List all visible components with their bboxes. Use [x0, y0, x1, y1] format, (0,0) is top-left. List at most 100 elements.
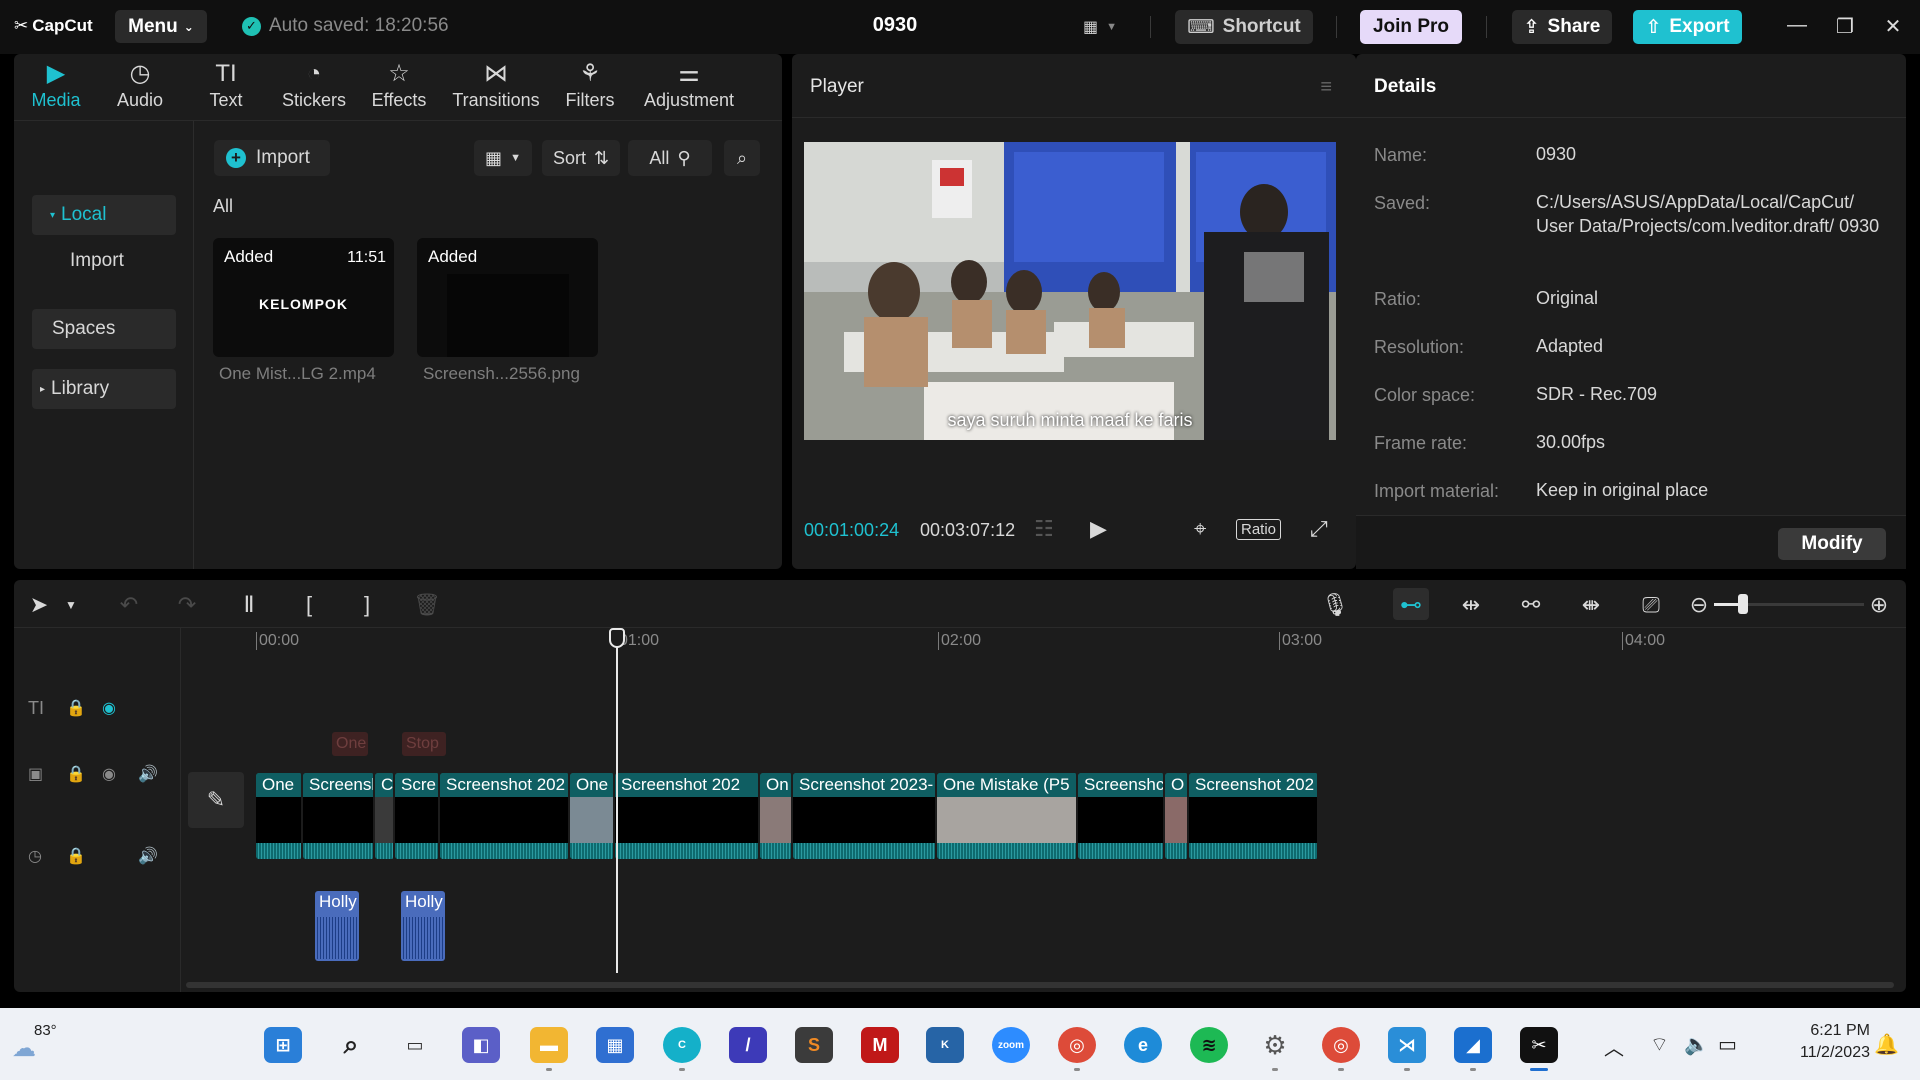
- sidebar-item-local[interactable]: ▾ Local: [32, 195, 176, 235]
- video-clip[interactable]: Screenshot 2023-: [793, 773, 937, 859]
- volume-icon[interactable]: 🔈: [1684, 1032, 1709, 1057]
- auto-snap-icon[interactable]: ⇹: [1456, 592, 1486, 618]
- split-left-icon[interactable]: [: [294, 592, 324, 618]
- volume-icon[interactable]: 🔊: [138, 764, 158, 784]
- eye-icon[interactable]: ◉: [102, 698, 116, 718]
- tab-text[interactable]: TI Text: [198, 60, 254, 120]
- video-clip[interactable]: Screenshc: [1078, 773, 1165, 859]
- video-clip[interactable]: Screenshot 202: [440, 773, 570, 859]
- screenshot-icon[interactable]: ⌖: [1194, 516, 1206, 542]
- media-item[interactable]: Added: [417, 238, 598, 357]
- spotify-icon[interactable]: ≋: [1190, 1027, 1228, 1063]
- main-track-magnet-icon[interactable]: ⊷: [1396, 592, 1426, 618]
- mcafee-icon[interactable]: M: [861, 1027, 899, 1063]
- video-clip[interactable]: Screenshot 202: [615, 773, 760, 859]
- edit-cover-button[interactable]: ✎: [188, 772, 244, 828]
- store-icon[interactable]: ▦: [596, 1027, 634, 1063]
- video-clip[interactable]: One: [256, 773, 303, 859]
- chevron-up-icon[interactable]: ︿: [1604, 1032, 1624, 1061]
- audio-clip[interactable]: Holly: [315, 891, 359, 961]
- audio-clip[interactable]: Holly: [401, 891, 445, 961]
- sidebar-item-spaces[interactable]: Spaces: [32, 309, 176, 349]
- zoom-out-icon[interactable]: ⊖: [1684, 592, 1714, 618]
- tab-adjustment[interactable]: ⚌ Adjustment: [634, 60, 744, 120]
- share-button[interactable]: ⇪ Share: [1512, 10, 1612, 44]
- menu-icon[interactable]: ≡: [1320, 76, 1332, 99]
- start-icon[interactable]: ⊞: [264, 1027, 302, 1063]
- menu-button[interactable]: Menu ⌄: [115, 10, 207, 43]
- weather-widget[interactable]: ☁ 83°: [12, 1020, 72, 1062]
- timeline-scrollbar[interactable]: [186, 982, 1894, 988]
- app-icon[interactable]: ◢: [1454, 1027, 1492, 1063]
- video-clip[interactable]: Screenshot 202: [1189, 773, 1319, 859]
- modify-button[interactable]: Modify: [1778, 528, 1886, 560]
- video-clip[interactable]: Screensl: [303, 773, 375, 859]
- microphone-icon[interactable]: 🎙: [1320, 592, 1350, 618]
- playhead[interactable]: [616, 635, 618, 973]
- chrome-profile-icon[interactable]: ◎: [1322, 1027, 1360, 1063]
- redo-icon[interactable]: ↷: [172, 592, 202, 618]
- lock-icon[interactable]: 🔒: [66, 698, 86, 718]
- zoom-slider-knob[interactable]: [1738, 594, 1748, 614]
- undo-icon[interactable]: ↶: [114, 592, 144, 618]
- chat-icon[interactable]: ◧: [462, 1027, 500, 1063]
- kali-icon[interactable]: K: [926, 1027, 964, 1063]
- preview-axis-icon[interactable]: ⎚: [1636, 592, 1666, 618]
- select-tool-icon[interactable]: ➤: [24, 592, 54, 618]
- join-pro-button[interactable]: Join Pro: [1360, 10, 1462, 44]
- delete-icon[interactable]: 🗑: [412, 592, 442, 618]
- canva-icon[interactable]: C: [663, 1027, 701, 1063]
- search-button[interactable]: ⌕: [724, 140, 760, 176]
- notification-bell-icon[interactable]: 🔔: [1874, 1032, 1899, 1057]
- play-icon[interactable]: ▶: [1090, 516, 1107, 542]
- video-clip[interactable]: One: [570, 773, 615, 859]
- wifi-icon[interactable]: ⌔: [1650, 1032, 1669, 1057]
- sublime-icon[interactable]: S: [795, 1027, 833, 1063]
- import-button[interactable]: + Import: [214, 140, 330, 176]
- ratio-button[interactable]: Ratio: [1236, 519, 1282, 540]
- sort-button[interactable]: Sort ⇅: [542, 140, 620, 176]
- view-toggle-button[interactable]: ▦ ▼: [474, 140, 532, 176]
- tab-filters[interactable]: ⚘ Filters: [558, 60, 622, 120]
- shortcut-button[interactable]: ⌨ Shortcut: [1175, 10, 1313, 44]
- close-icon[interactable]: ✕: [1878, 14, 1908, 40]
- zoom-icon[interactable]: zoom: [992, 1027, 1030, 1063]
- filter-button[interactable]: All ⚲: [628, 140, 712, 176]
- video-clip[interactable]: On: [760, 773, 793, 859]
- tab-effects[interactable]: ☆ Effects: [364, 60, 434, 120]
- media-item[interactable]: Added 11:51 KELOMPOK: [213, 238, 394, 357]
- chevron-down-icon[interactable]: ▼: [56, 598, 86, 612]
- volume-icon[interactable]: 🔊: [138, 846, 158, 866]
- tab-audio[interactable]: ◷ Audio: [112, 60, 168, 120]
- tab-stickers[interactable]: ◔ Stickers: [276, 60, 352, 120]
- video-clip[interactable]: Scre: [395, 773, 440, 859]
- battery-icon[interactable]: ▭: [1718, 1032, 1737, 1057]
- sidebar-item-library[interactable]: ▸ Library: [32, 369, 176, 409]
- search-icon[interactable]: ⌕: [332, 1027, 370, 1063]
- text-clip[interactable]: One: [332, 732, 368, 756]
- text-clip[interactable]: Stop: [402, 732, 446, 756]
- clock[interactable]: 6:21 PM 11/2/2023: [1760, 1020, 1870, 1064]
- app-icon[interactable]: /: [729, 1027, 767, 1063]
- fullscreen-icon[interactable]: ⤢: [1310, 516, 1328, 542]
- video-clip[interactable]: One Mistake (P5: [937, 773, 1078, 859]
- playhead-handle[interactable]: [609, 628, 625, 648]
- minimize-icon[interactable]: —: [1782, 14, 1812, 40]
- task-view-icon[interactable]: ▭: [396, 1027, 434, 1063]
- vscode-icon[interactable]: ⋊: [1388, 1027, 1426, 1063]
- link-icon[interactable]: ⚯: [1516, 592, 1546, 618]
- settings-icon[interactable]: ⚙: [1256, 1027, 1294, 1063]
- chapters-icon[interactable]: ☷: [1034, 516, 1054, 542]
- edge-icon[interactable]: e: [1124, 1027, 1162, 1063]
- split-right-icon[interactable]: ]: [352, 592, 382, 618]
- tab-media[interactable]: ▶ Media: [28, 60, 84, 120]
- tab-transitions[interactable]: ⋈ Transitions: [446, 60, 546, 120]
- export-button[interactable]: ⇧ Export: [1633, 10, 1742, 44]
- split-view-icon[interactable]: ⇼: [1576, 592, 1606, 618]
- video-clip[interactable]: O: [1165, 773, 1189, 859]
- lock-icon[interactable]: 🔒: [66, 846, 86, 866]
- zoom-in-icon[interactable]: ⊕: [1864, 592, 1894, 618]
- lock-icon[interactable]: 🔒: [66, 764, 86, 784]
- video-preview[interactable]: saya suruh minta maaf ke faris: [804, 142, 1336, 440]
- split-icon[interactable]: Ⅱ: [234, 592, 264, 618]
